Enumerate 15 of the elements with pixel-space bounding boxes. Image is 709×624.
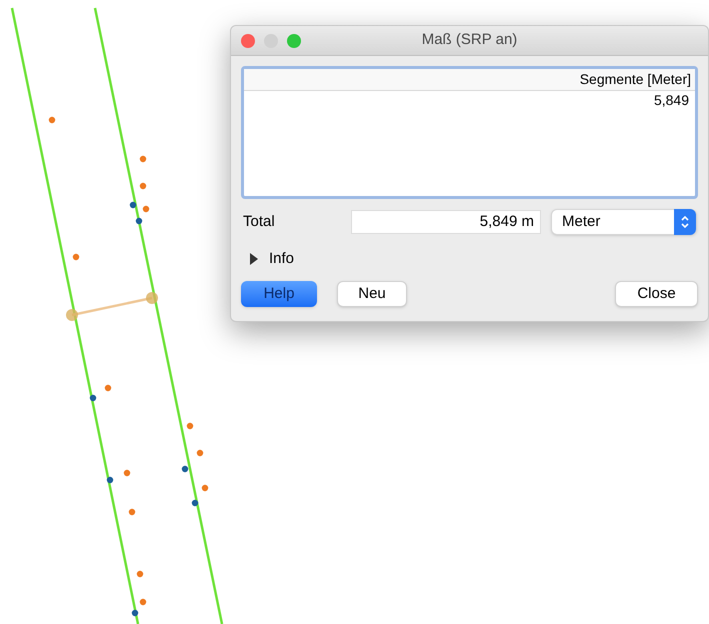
zoom-window-icon[interactable] [287, 34, 301, 48]
list-cell-text: 5,849 [652, 91, 690, 109]
info-label[interactable]: Info [269, 248, 294, 270]
total-label: Total [242, 212, 276, 232]
close-button[interactable]: Close [615, 281, 698, 307]
close-window-icon[interactable] [241, 34, 255, 48]
total-field[interactable]: 5,849 m [351, 210, 541, 234]
unit-select[interactable]: Meter [551, 209, 697, 235]
new-button[interactable]: Neu [337, 281, 407, 307]
segment-list[interactable]: Segmente [Meter] 5,849 [241, 66, 698, 199]
disclosure-triangle-icon[interactable] [249, 253, 259, 265]
window-title: Maß (SRP an) [422, 30, 518, 50]
stepper-icon [674, 209, 696, 235]
help-button[interactable]: Help [241, 281, 317, 307]
column-header[interactable]: Segmente [Meter] [244, 69, 695, 91]
